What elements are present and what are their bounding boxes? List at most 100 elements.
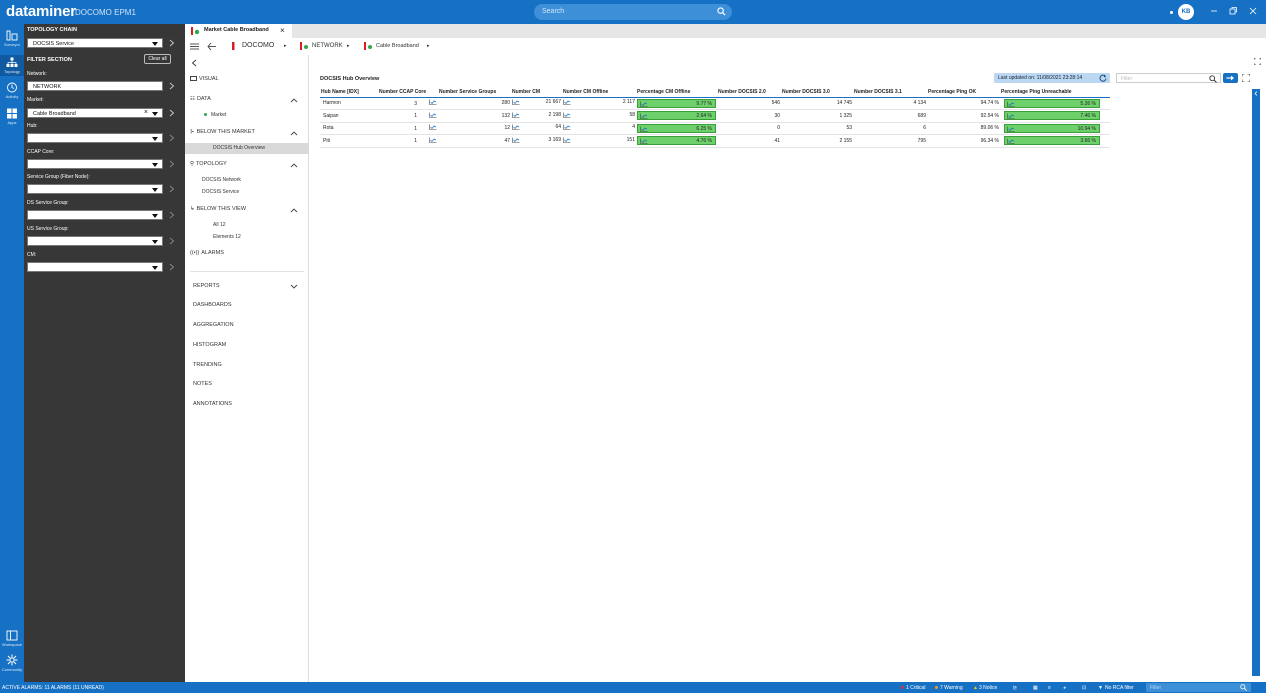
trend-graph-icon[interactable]	[640, 113, 648, 120]
col-pct-cm-offline[interactable]: Percentage CM Offline	[636, 88, 717, 98]
nav-market[interactable]: Market	[204, 112, 226, 118]
rail-apps[interactable]: Apps	[0, 108, 24, 125]
col-cm[interactable]: Number CM	[511, 88, 562, 98]
rail-community[interactable]: Community	[0, 654, 24, 672]
trend-graph-icon[interactable]	[640, 126, 648, 132]
filter-ccap-select[interactable]	[27, 159, 163, 169]
hub-name-cell[interactable]: Saipan	[320, 109, 378, 123]
chevron-right-icon[interactable]	[169, 160, 175, 168]
focus-icon[interactable]: ⊡	[1082, 685, 1086, 691]
chevron-right-icon[interactable]	[169, 82, 175, 90]
fullscreen-icon[interactable]	[1254, 58, 1261, 65]
table-row[interactable]: Rota 1 12 64 4 6.25 % 0 53 6 89.06 % 10.94 %	[320, 122, 1110, 135]
trend-graph-icon[interactable]	[640, 101, 648, 107]
chevron-up-icon[interactable]	[290, 162, 298, 168]
notice-count[interactable]: ▲3 Notice	[973, 685, 997, 691]
collapse-left-icon[interactable]	[191, 59, 197, 67]
rail-topology[interactable]: Topology	[0, 55, 24, 76]
trend-graph-icon[interactable]	[563, 137, 571, 143]
apply-filter-button[interactable]	[1223, 73, 1238, 83]
nav-annotations[interactable]: ANNOTATIONS	[193, 401, 232, 407]
col-cm-offline[interactable]: Number CM Offline	[562, 88, 636, 98]
nav-alarms[interactable]: ((•)) ALARMS	[190, 250, 224, 256]
rail-workspace[interactable]: Workspace	[0, 630, 24, 647]
active-alarms-text[interactable]: ACTIVE ALARMS: 11 ALARMS (11 UNREAD)	[2, 685, 104, 691]
tab-market-cable-broadband[interactable]: Market Cable Broadband ×	[185, 24, 292, 38]
trend-graph-icon[interactable]	[563, 124, 571, 131]
rca-filter[interactable]: ▼ No RCA filter	[1098, 685, 1134, 691]
trend-graph-icon[interactable]	[429, 99, 437, 106]
filter-market-select[interactable]: Cable Broadband ×	[27, 108, 163, 118]
nav-docsis-network[interactable]: DOCSIS Network	[202, 177, 241, 183]
trend-graph-icon[interactable]	[512, 99, 520, 106]
chevron-right-icon[interactable]	[169, 237, 175, 245]
grid-view-icon[interactable]: ▦	[1033, 685, 1038, 691]
chevron-right-icon[interactable]	[169, 211, 175, 219]
nav-all[interactable]: All 12	[213, 222, 226, 228]
trend-graph-icon[interactable]	[429, 124, 437, 131]
nav-aggregation[interactable]: AGGREGATION	[193, 322, 234, 328]
nav-histogram[interactable]: HISTOGRAM	[193, 342, 226, 348]
nav-data[interactable]: ☷ DATA	[190, 96, 211, 102]
search-box[interactable]: Search	[534, 4, 732, 20]
close-icon[interactable]	[1248, 6, 1258, 16]
trend-graph-icon[interactable]	[429, 112, 437, 118]
trend-graph-icon[interactable]	[512, 112, 520, 118]
filter-network-field[interactable]: NETWORK	[27, 81, 163, 91]
user-avatar[interactable]: KB	[1178, 4, 1194, 20]
trend-graph-icon[interactable]	[429, 137, 437, 143]
col-docsis-31[interactable]: Number DOCSIS 3.1	[853, 88, 927, 98]
search-icon[interactable]	[1240, 684, 1247, 691]
nav-reports[interactable]: REPORTS	[193, 283, 220, 289]
col-hub-name[interactable]: Hub Name [IDX]	[320, 88, 378, 98]
chevron-right-icon[interactable]	[169, 109, 175, 117]
rail-activity[interactable]: Activity	[0, 82, 24, 99]
trend-graph-icon[interactable]	[512, 137, 520, 143]
col-service-groups[interactable]: Number Service Groups	[438, 88, 511, 98]
filter-us-group-select[interactable]	[27, 236, 163, 246]
chevron-up-icon[interactable]	[290, 97, 298, 103]
nav-elements[interactable]: Elements 12	[213, 234, 241, 240]
list-view-icon[interactable]: ≡	[1048, 685, 1051, 691]
col-ping-unreachable[interactable]: Percentage Ping Unreachable	[1000, 88, 1110, 98]
filter-hub-select[interactable]	[27, 133, 163, 143]
filter-cm-select[interactable]	[27, 262, 163, 272]
crumb-cable-broadband[interactable]: Cable Broadband	[376, 43, 419, 49]
search-icon[interactable]	[1209, 75, 1217, 83]
tab-close-icon[interactable]: ×	[280, 26, 285, 35]
minimize-icon[interactable]	[1209, 6, 1219, 16]
hub-name-cell[interactable]: Harmon	[320, 97, 378, 110]
trend-graph-icon[interactable]	[563, 112, 571, 118]
status-filter-input[interactable]: Filter	[1146, 683, 1251, 692]
expand-icon[interactable]	[1242, 74, 1250, 82]
trend-icon[interactable]: ⊵	[1013, 685, 1017, 691]
table-row[interactable]: Piti 1 47 3 169 151 4.76 % 41 2 155 795 96.34 % 3.…	[320, 134, 1110, 148]
menu-icon[interactable]	[190, 43, 199, 50]
filter-service-group-select[interactable]	[27, 184, 163, 194]
chevron-up-icon[interactable]	[290, 207, 298, 213]
chevron-right-icon[interactable]	[169, 263, 175, 271]
trend-graph-icon[interactable]	[512, 124, 520, 131]
hub-name-cell[interactable]: Rota	[320, 122, 378, 135]
chevron-down-icon[interactable]	[290, 284, 298, 290]
nav-below-view[interactable]: ↳ BELOW THIS VIEW	[190, 206, 246, 212]
trend-graph-icon[interactable]	[1007, 138, 1015, 145]
trend-graph-icon[interactable]	[640, 138, 648, 145]
nav-below-market[interactable]: ⊱ BELOW THIS MARKET	[190, 129, 255, 135]
refresh-icon[interactable]	[1099, 74, 1107, 82]
col-docsis-20[interactable]: Number DOCSIS 2.0	[717, 88, 781, 98]
table-filter-input[interactable]: Filter	[1116, 73, 1221, 83]
clear-all-button[interactable]: Clear all	[144, 54, 171, 64]
col-ccap-core[interactable]: Number CCAP Core	[378, 88, 438, 98]
restore-icon[interactable]	[1228, 6, 1238, 16]
chevron-up-icon[interactable]	[290, 130, 298, 136]
topology-chain-select[interactable]: DOCSIS Service	[27, 38, 163, 48]
critical-count[interactable]: 1 Critical	[901, 685, 925, 691]
table-row[interactable]: Saipan 1 132 2 198 58 2.64 % 30 1 325 689 92.54 %…	[320, 109, 1110, 123]
nav-notes[interactable]: NOTES	[193, 381, 212, 387]
clear-icon[interactable]: ×	[144, 109, 148, 116]
nav-hub-overview[interactable]: DOCSIS Hub Overview	[213, 145, 265, 151]
nav-trending[interactable]: TRENDING	[193, 362, 222, 368]
search-icon[interactable]	[717, 7, 726, 16]
trend-graph-icon[interactable]	[1007, 126, 1015, 132]
